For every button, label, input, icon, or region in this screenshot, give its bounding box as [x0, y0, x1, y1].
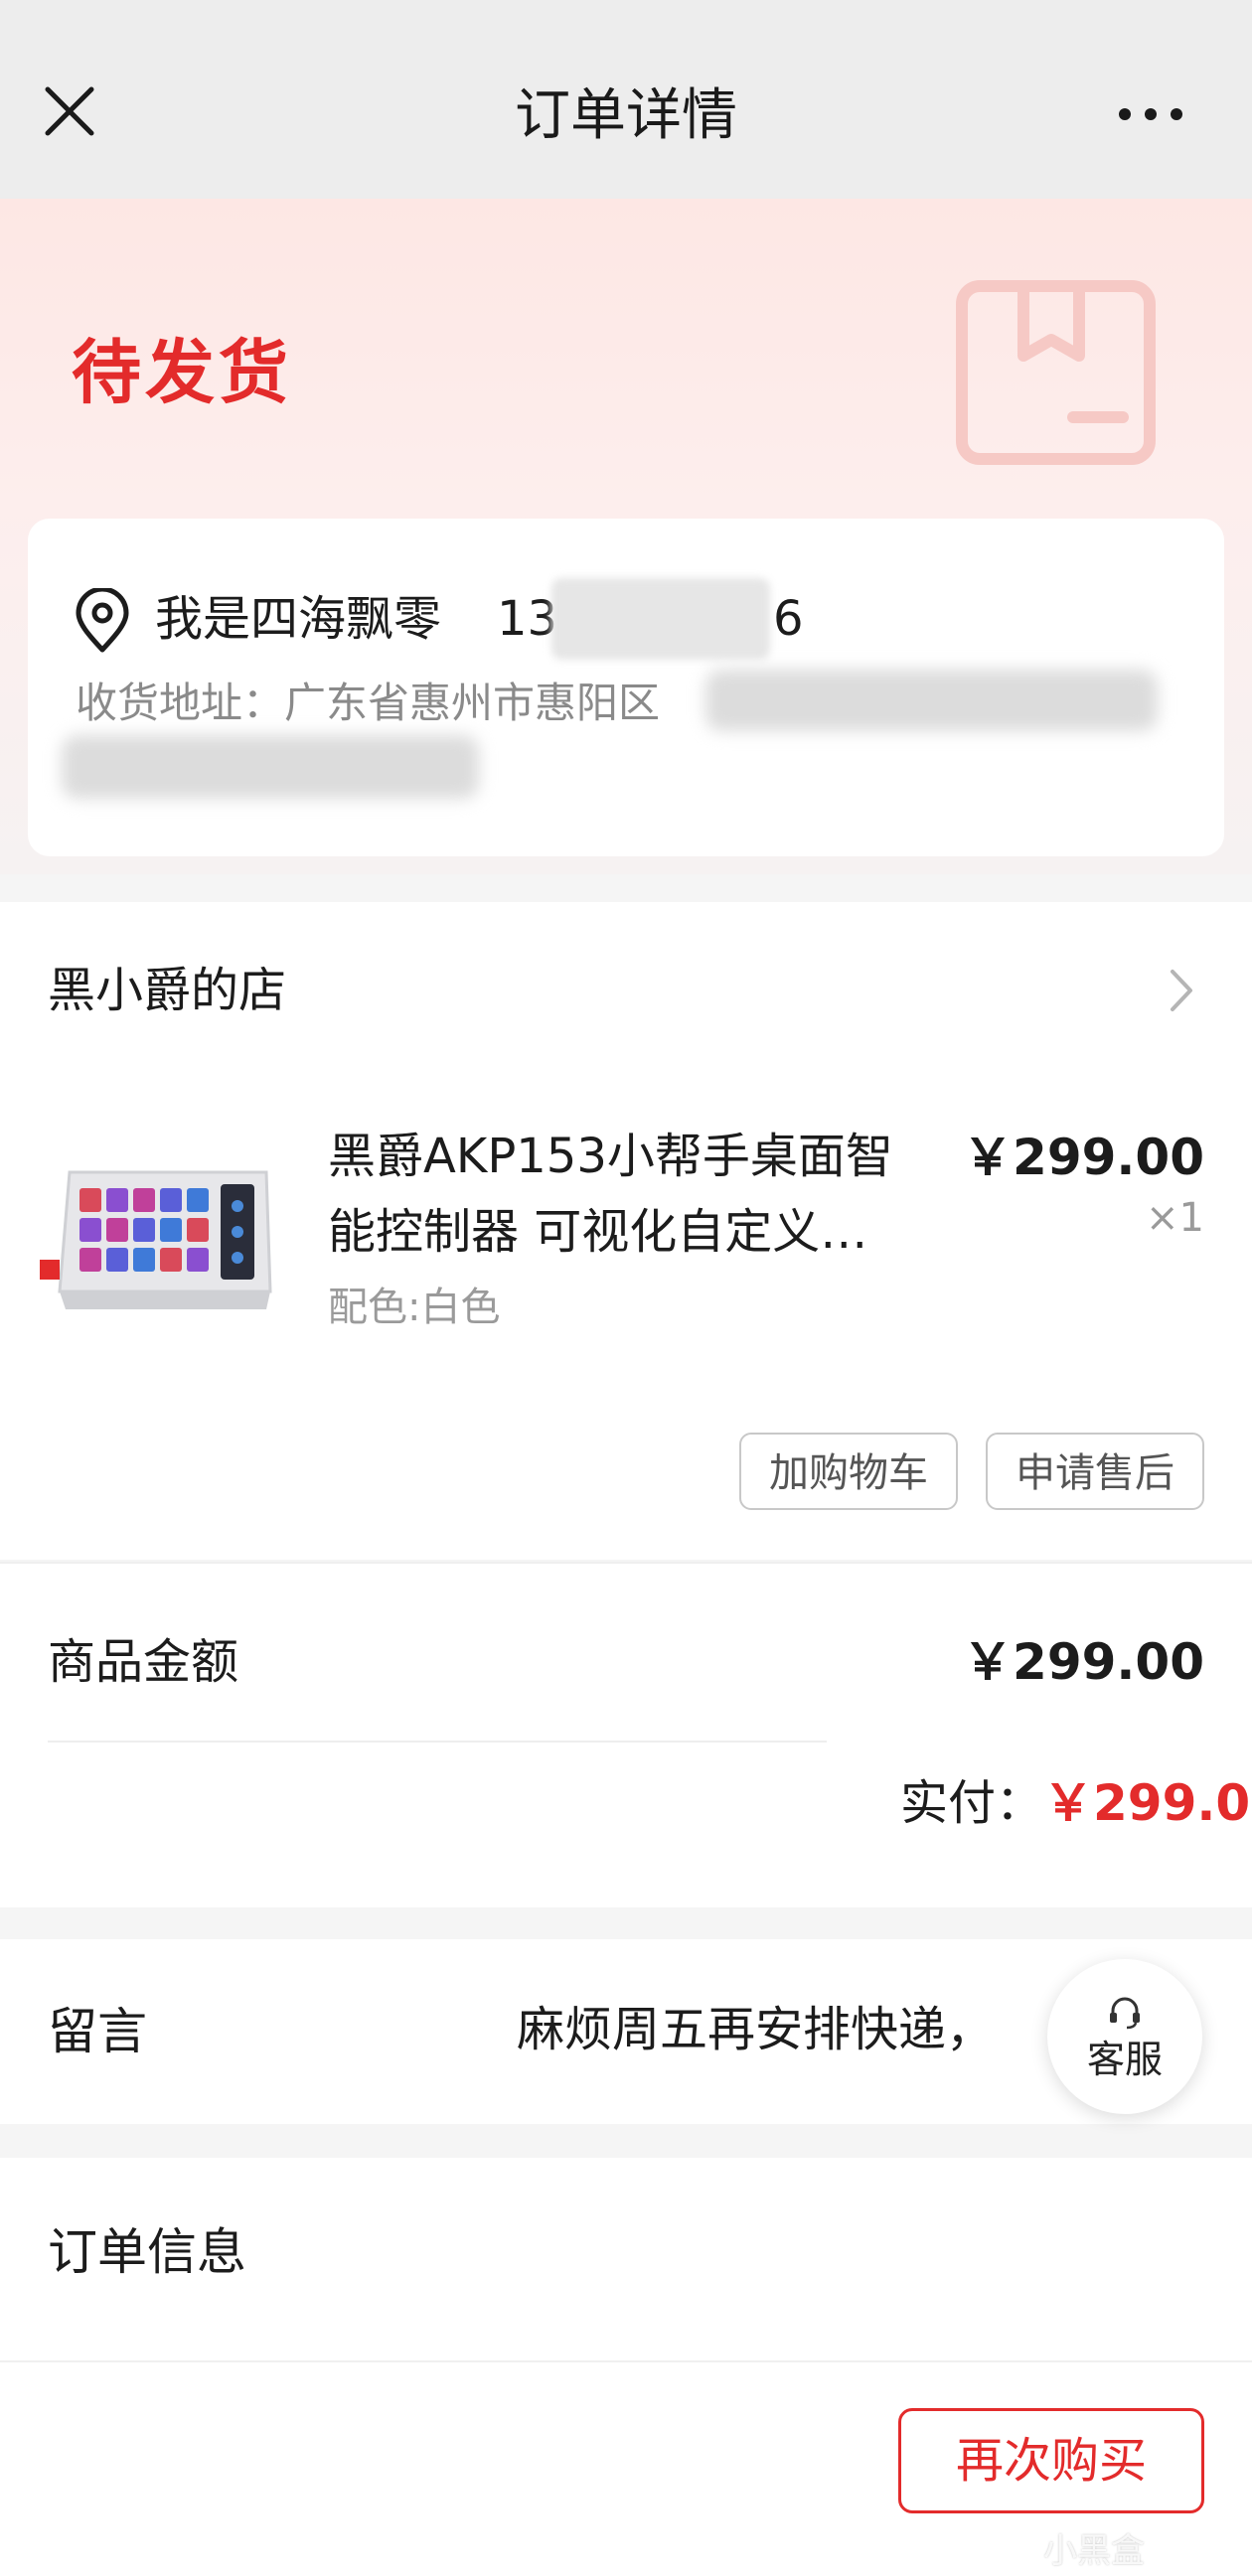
- keypad-key: [187, 1248, 209, 1272]
- keypad-key: [106, 1218, 128, 1242]
- recipient-phone-suffix: 6: [773, 591, 804, 647]
- order-info-title: 订单信息: [48, 2223, 246, 2281]
- product-spec: 配色:白色: [328, 1285, 501, 1330]
- recipient-name: 我是四海飘零: [155, 591, 442, 647]
- goods-amount-value: ￥299.00: [963, 1633, 1204, 1691]
- keypad-key: [106, 1188, 128, 1212]
- store-name[interactable]: 黑小爵的店: [48, 958, 286, 1023]
- phone-redaction: [551, 578, 770, 660]
- chevron-right-icon[interactable]: [1161, 964, 1200, 1017]
- divider: [48, 1741, 827, 1743]
- add-to-cart-button[interactable]: 加购物车: [739, 1433, 958, 1510]
- address-redaction: [705, 670, 1158, 731]
- after-sale-button[interactable]: 申请售后: [986, 1433, 1204, 1510]
- nav-bar: [0, 0, 1252, 199]
- keypad-key: [133, 1188, 155, 1212]
- location-pin-icon: [74, 586, 131, 654]
- recipient-phone-prefix: 13: [497, 591, 558, 647]
- product-image[interactable]: [40, 1142, 278, 1341]
- address-redaction: [62, 735, 479, 799]
- package-box-icon: [954, 278, 1158, 467]
- amount-section: [0, 1562, 1252, 1907]
- keypad-key: [133, 1248, 155, 1272]
- buy-again-button[interactable]: 再次购买: [898, 2408, 1204, 2513]
- customer-service-button[interactable]: [1047, 1959, 1202, 2114]
- message-text: 麻烦周五再安排快递，: [517, 2002, 995, 2057]
- keypad-key: [160, 1218, 182, 1242]
- paid-label: 实付：: [899, 1775, 1043, 1831]
- keypad-key: [160, 1248, 182, 1272]
- keypad-key: [106, 1248, 128, 1272]
- keypad-key: [187, 1188, 209, 1212]
- keypad-key: [160, 1188, 182, 1212]
- more-dots-icon[interactable]: [1113, 89, 1192, 139]
- keypad-key: [79, 1188, 101, 1212]
- watermark: 小黑盒: [1043, 2531, 1145, 2571]
- close-icon[interactable]: [40, 81, 99, 141]
- paid-value: ￥299.00: [1043, 1774, 1252, 1832]
- product-quantity: ×1: [1146, 1195, 1204, 1241]
- keypad-key: [187, 1218, 209, 1242]
- divider: [0, 2360, 1252, 2362]
- headset-icon: [1105, 1993, 1145, 2033]
- keypad-key: [79, 1218, 101, 1242]
- shipping-address: 收货地址：广东省惠州市惠阳区: [76, 679, 661, 727]
- product-price: ￥299.00: [963, 1129, 1204, 1186]
- product-title-line: 黑爵AKP153小帮手桌面智: [328, 1129, 893, 1184]
- keypad-key: [79, 1248, 101, 1272]
- order-status: 待发货: [72, 332, 292, 413]
- message-label: 留言: [48, 2003, 147, 2060]
- product-title[interactable]: 黑爵AKP153小帮手桌面智 能控制器 可视化自定义…: [328, 1119, 964, 1270]
- keypad-key: [133, 1218, 155, 1242]
- product-title-line: 能控制器 可视化自定义…: [328, 1204, 868, 1260]
- goods-amount-label: 商品金额: [48, 1634, 239, 1690]
